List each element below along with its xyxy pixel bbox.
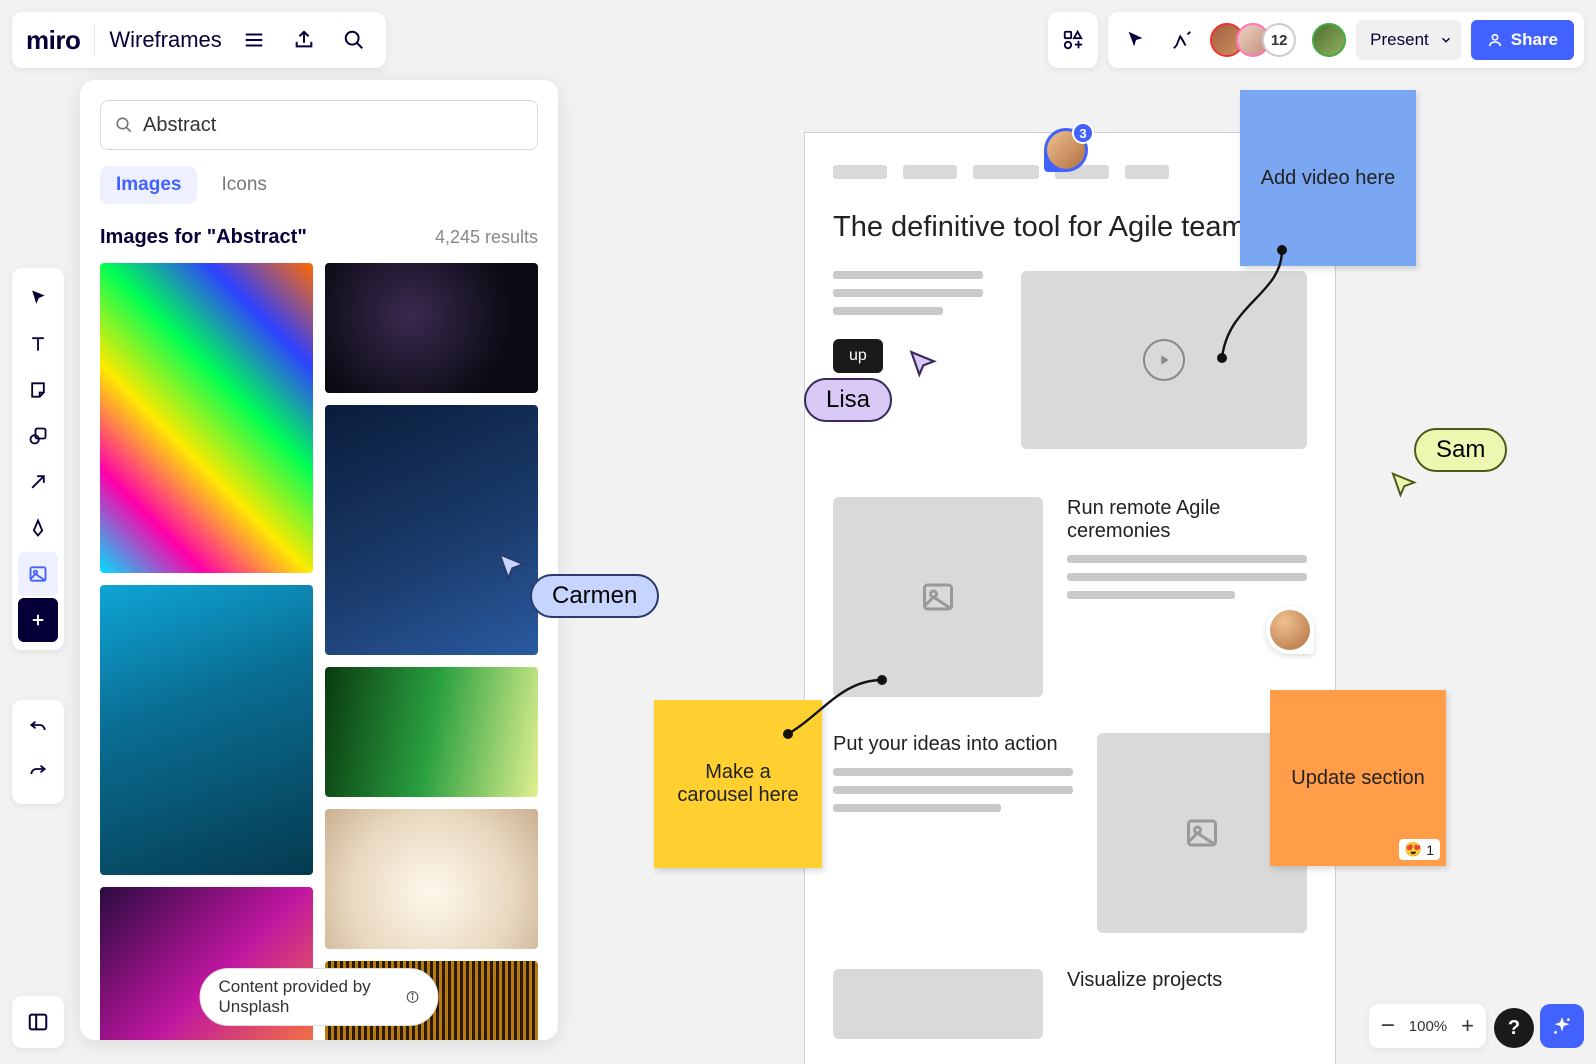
play-icon [1143,339,1185,381]
zoom-out-button[interactable]: − [1381,1012,1395,1040]
sticky-text: Update section [1291,767,1424,790]
arrow-tool[interactable] [18,460,58,504]
unsplash-credit[interactable]: Content provided by Unsplash [200,968,439,1026]
cursor-label-lisa: Lisa [804,378,892,422]
tab-icons[interactable]: Icons [205,166,282,204]
results-title: Images for "Abstract" [100,226,307,249]
sticky-text: Add video here [1261,167,1396,190]
board-name[interactable]: Wireframes [109,27,221,53]
pen-tool[interactable] [18,506,58,550]
image-results [100,263,538,1040]
image-result[interactable] [100,263,313,573]
comment-thread[interactable]: 3 [1044,128,1088,172]
cursor-mode-icon[interactable] [1118,22,1154,58]
present-button[interactable]: Present [1356,20,1461,60]
shape-tool[interactable] [18,414,58,458]
tab-images[interactable]: Images [100,166,197,204]
miro-logo[interactable]: miro [26,25,80,56]
collab-group: 12 Present Share [1108,12,1584,68]
cursor-pointer-icon [494,550,528,584]
apps-button[interactable] [1048,12,1098,68]
frames-panel-button[interactable] [12,996,64,1048]
image-result[interactable] [325,405,538,655]
topbar-right: 12 Present Share [1048,12,1584,68]
wireframe-headline: The definitive tool for Agile teams [833,209,1307,247]
sticky-note-orange[interactable]: Update section 😍 1 [1270,690,1446,866]
chevron-down-icon [1439,33,1453,47]
video-placeholder[interactable] [1021,271,1307,449]
search-icon[interactable] [336,22,372,58]
image-result[interactable] [325,667,538,797]
topbar-left: miro Wireframes [12,12,386,68]
sparkle-icon [1551,1015,1573,1037]
more-tools[interactable] [18,598,58,642]
reaction-emoji: 😍 [1405,841,1422,858]
image-result[interactable] [325,263,538,393]
results-count: 4,245 results [435,227,538,248]
sticky-text: Make a carousel here [666,761,810,807]
help-button[interactable]: ? [1494,1008,1534,1048]
undo-redo-group [12,700,64,804]
undo-button[interactable] [18,708,58,752]
select-tool[interactable] [18,276,58,320]
image-search-panel: Images Icons Images for "Abstract" 4,245… [80,80,558,1040]
person-icon [1487,32,1503,48]
card-title: Put your ideas into action [833,733,1073,756]
left-toolbar [12,268,64,650]
signup-button[interactable]: up [833,339,883,373]
cursor-pointer-icon [1388,470,1418,500]
cursor-pointer-icon [906,348,938,380]
reactions-icon[interactable] [1164,22,1200,58]
wireframe-frame[interactable]: The definitive tool for Agile teams up R… [804,132,1336,1064]
zoom-level[interactable]: 100% [1409,1018,1447,1035]
current-user-avatar[interactable] [1312,23,1346,57]
image-tool[interactable] [18,552,58,596]
share-button[interactable]: Share [1471,20,1574,60]
ai-assist-button[interactable] [1540,1004,1584,1048]
panel-tabs: Images Icons [100,166,538,204]
image-placeholder[interactable] [833,969,1043,1039]
image-result[interactable] [325,809,538,949]
search-input[interactable] [143,114,523,137]
present-label: Present [1370,30,1429,50]
zoom-in-button[interactable]: + [1461,1013,1474,1039]
info-icon [405,988,419,1006]
credit-text: Content provided by Unsplash [219,977,398,1017]
redo-button[interactable] [18,752,58,796]
sticky-note-blue[interactable]: Add video here [1240,90,1416,266]
sticky-note-tool[interactable] [18,368,58,412]
results-header: Images for "Abstract" 4,245 results [100,226,538,249]
menu-icon[interactable] [236,22,272,58]
share-label: Share [1511,30,1558,50]
divider [94,25,95,55]
card-title: Run remote Agile ceremonies [1067,497,1307,543]
search-icon [115,116,133,134]
cursor-label-carmen: Carmen [530,574,659,618]
comment-avatar[interactable] [1266,606,1314,654]
search-input-wrapper[interactable] [100,100,538,150]
comment-count: 3 [1072,122,1094,144]
text-tool[interactable] [18,322,58,366]
image-result[interactable] [100,585,313,875]
cursor-label-sam: Sam [1414,428,1507,472]
card-title: Visualize projects [1067,969,1307,992]
export-icon[interactable] [286,22,322,58]
reaction-badge[interactable]: 😍 1 [1399,839,1440,860]
sticky-note-yellow[interactable]: Make a carousel here [654,700,822,868]
collaborator-avatars[interactable]: 12 [1210,23,1296,57]
avatar-overflow-count[interactable]: 12 [1262,23,1296,57]
zoom-controls: − 100% + [1369,1004,1486,1048]
image-placeholder[interactable] [833,497,1043,697]
reaction-count: 1 [1426,842,1434,858]
